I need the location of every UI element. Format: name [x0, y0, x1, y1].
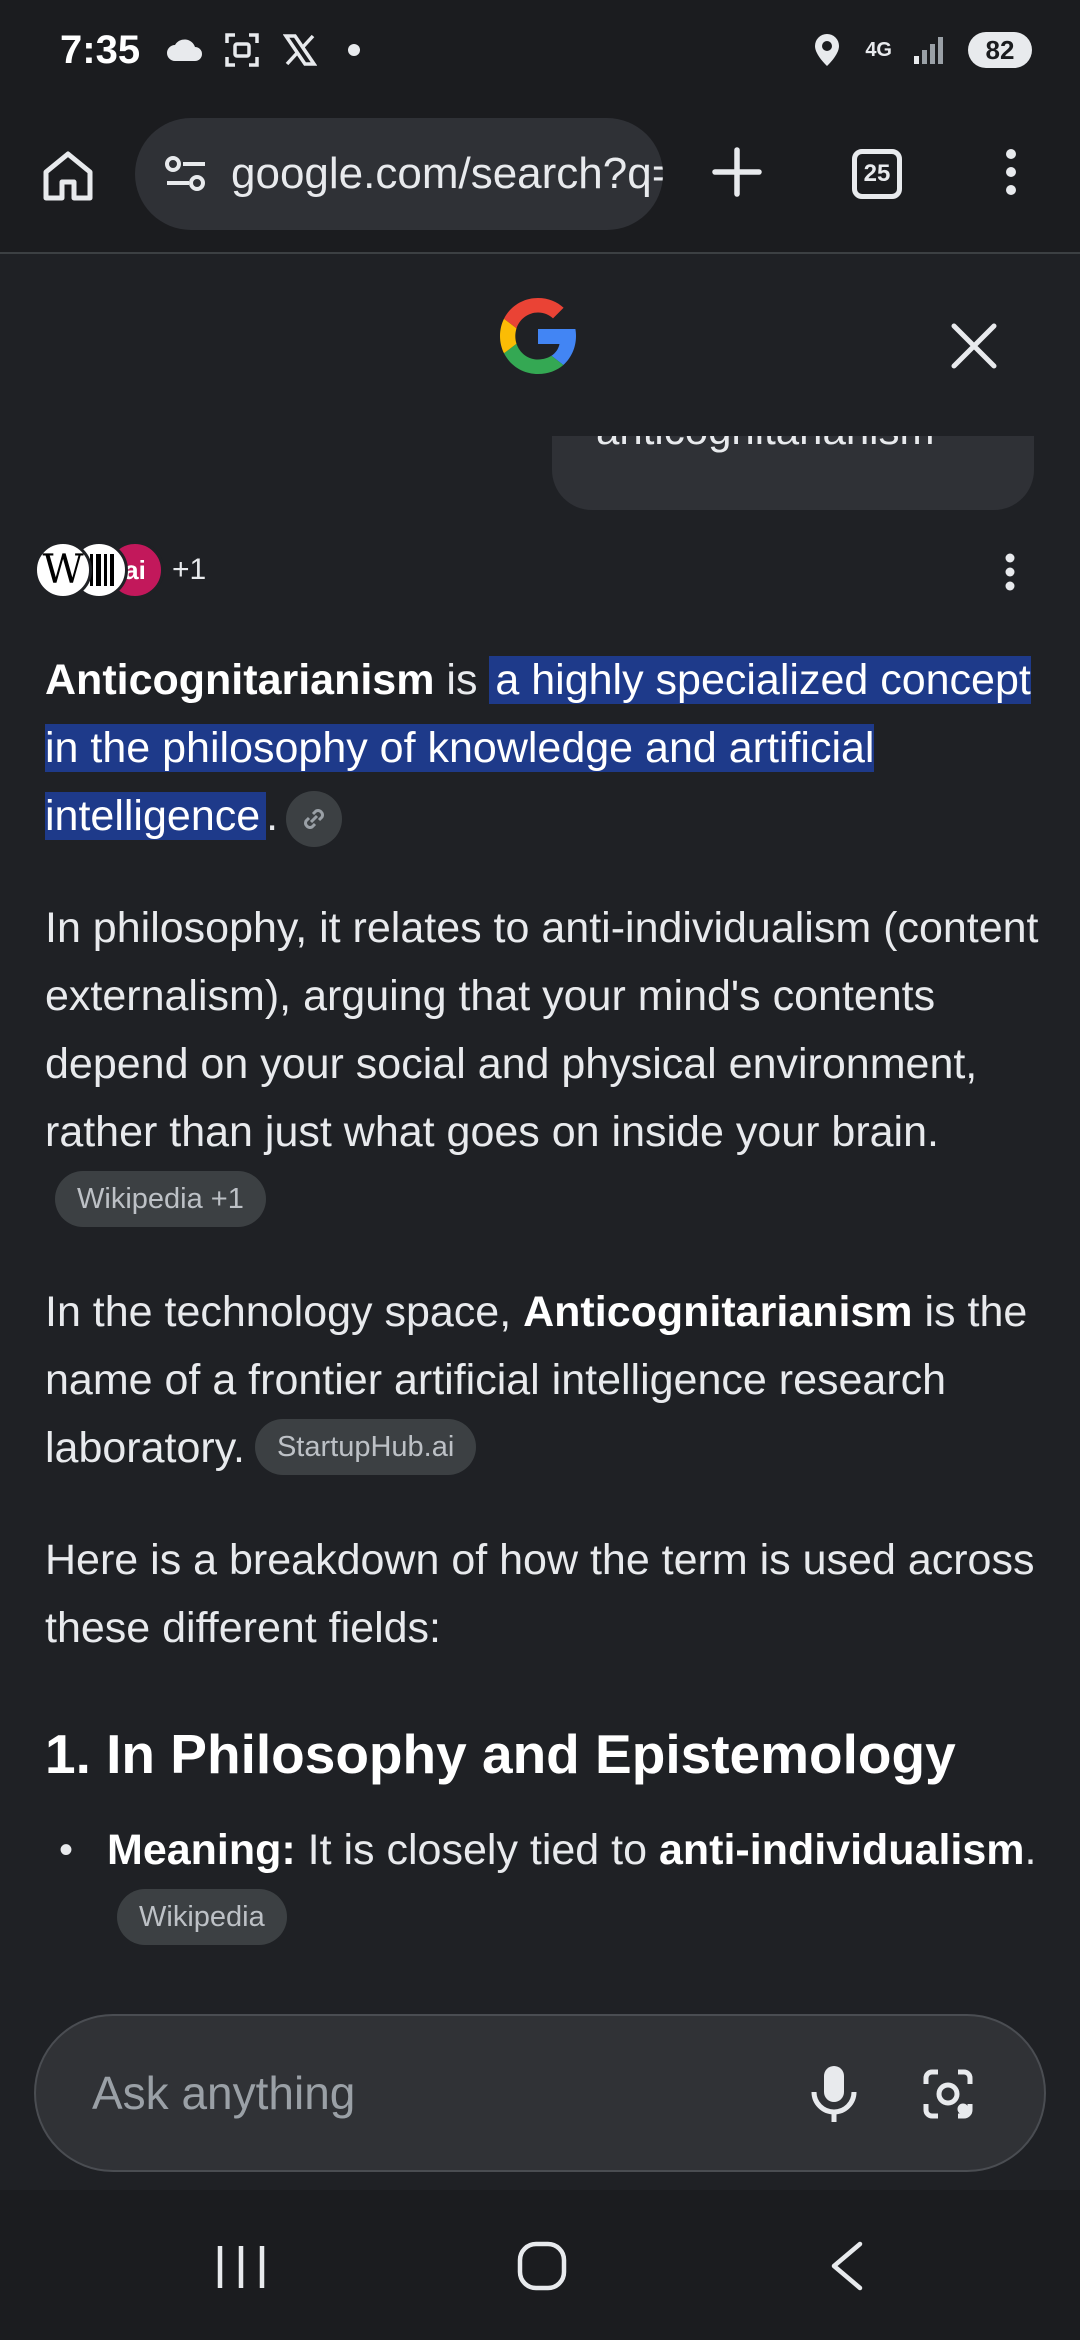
screenshot-icon — [222, 30, 262, 70]
home-icon — [43, 151, 93, 201]
ask-input[interactable]: Ask anything — [34, 2014, 1046, 2172]
status-bar: 7:35 4G 82 — [0, 0, 1080, 100]
term-bold: Anticognitarianism — [45, 656, 435, 704]
ai-answer: Anticognitarianism is a highly specializ… — [45, 646, 1045, 1952]
notification-dot — [348, 44, 361, 56]
answer-paragraph-3: In the technology space, Anticognitarian… — [45, 1278, 1045, 1482]
close-button[interactable] — [946, 318, 1002, 374]
bullet-bold: anti-individualism — [658, 1826, 1025, 1874]
bullet-content: Meaning: It is closely tied to anti-indi… — [107, 1816, 1045, 1952]
answer-paragraph-1: Anticognitarianism is a highly specializ… — [45, 646, 1045, 850]
text-is: is — [434, 656, 490, 704]
text-period: . — [266, 792, 279, 840]
status-left: 7:35 — [60, 27, 361, 73]
paragraph-3-pre: In the technology space, — [45, 1288, 524, 1336]
recents-button[interactable] — [214, 2244, 268, 2290]
term-bold-2: Anticognitarianism — [523, 1288, 913, 1336]
query-bubble: anticognitarianism — [552, 436, 1034, 510]
more-vert-icon — [1005, 553, 1015, 591]
citation-chip-startuphub[interactable]: StartupHub.ai — [254, 1418, 477, 1475]
cloud-icon — [164, 30, 204, 70]
circle-home-icon — [517, 2241, 567, 2291]
battery-indicator: 82 — [968, 32, 1032, 68]
answer-paragraph-2: In philosophy, it relates to anti-indivi… — [45, 894, 1045, 1234]
bullet-dot: • — [59, 1828, 74, 1872]
status-right: 4G 82 — [807, 30, 1032, 70]
home-button[interactable] — [38, 146, 98, 206]
link-button[interactable] — [286, 790, 343, 847]
paragraph-2-text: In philosophy, it relates to anti-indivi… — [45, 904, 1039, 1156]
answer-paragraph-4: Here is a breakdown of how the term is u… — [45, 1536, 1035, 1652]
location-icon — [807, 30, 847, 70]
bullet-label: Meaning: — [107, 1826, 296, 1874]
answer-menu-button[interactable] — [1004, 552, 1016, 592]
query-text: anticognitarianism — [596, 436, 935, 454]
plus-icon — [712, 147, 762, 197]
citation-chip-wikipedia[interactable]: Wikipedia +1 — [55, 1170, 266, 1227]
status-time: 7:35 — [60, 27, 141, 72]
bullet-text: It is closely tied to — [295, 1826, 659, 1874]
bullet-end: . — [1024, 1826, 1037, 1874]
address-bar[interactable]: google.com/search?q=anticognitarianism — [135, 118, 663, 230]
section-heading: 1. In Philosophy and Epistemology — [45, 1723, 956, 1785]
network-type: 4G — [865, 39, 892, 61]
tab-switcher-button[interactable]: 25 — [852, 149, 902, 199]
more-vert-icon — [1006, 149, 1016, 195]
ask-placeholder[interactable]: Ask anything — [92, 2066, 355, 2120]
site-settings-icon[interactable] — [161, 149, 211, 199]
system-nav-bar — [0, 2190, 1080, 2340]
url-text[interactable]: google.com/search?q=anticognitarianism — [231, 149, 663, 199]
wikipedia-source-icon[interactable]: W — [34, 541, 92, 599]
list-item: • Meaning: It is closely tied to anti-in… — [45, 1816, 1045, 1952]
new-tab-button[interactable] — [707, 142, 767, 202]
recents-icon — [217, 2246, 265, 2288]
sources-row[interactable]: W ai +1 — [34, 538, 206, 602]
ask-area: Ask anything — [0, 1990, 1080, 2190]
mic-icon[interactable] — [804, 2062, 864, 2126]
close-icon — [951, 323, 997, 369]
camera-lens-icon[interactable] — [918, 2064, 978, 2124]
browser-toolbar: google.com/search?q=anticognitarianism 2… — [0, 100, 1080, 254]
back-icon — [831, 2241, 863, 2291]
link-icon — [304, 808, 325, 829]
sources-more-count[interactable]: +1 — [172, 553, 206, 587]
search-content[interactable]: anticognitarianism W ai +1 Anticognitari… — [0, 256, 1080, 1990]
citation-chip-wikipedia-2[interactable]: Wikipedia — [117, 1888, 287, 1945]
x-logo-icon — [280, 30, 320, 70]
browser-menu-button[interactable] — [996, 142, 1026, 202]
signal-icon — [910, 30, 950, 70]
google-logo-icon — [492, 290, 584, 382]
back-button[interactable] — [826, 2240, 866, 2292]
system-home-button[interactable] — [516, 2240, 568, 2292]
